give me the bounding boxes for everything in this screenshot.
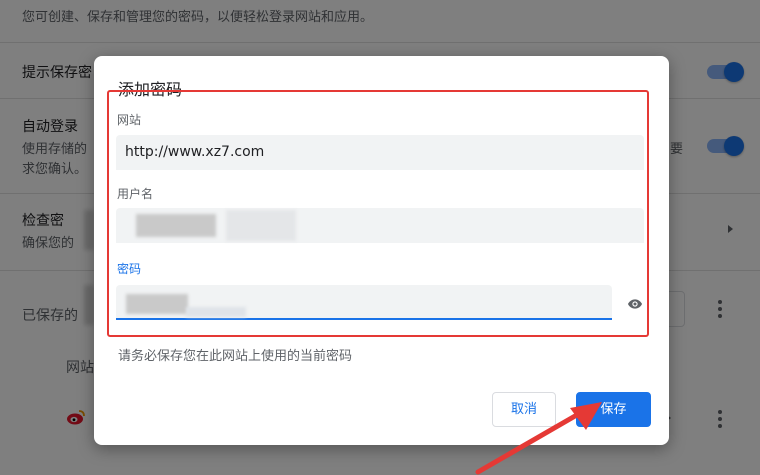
save-hint: 请务必保存您在此网站上使用的当前密码 [118, 349, 353, 364]
annotation-highlight-box [107, 90, 649, 337]
annotation-arrow [475, 402, 602, 475]
